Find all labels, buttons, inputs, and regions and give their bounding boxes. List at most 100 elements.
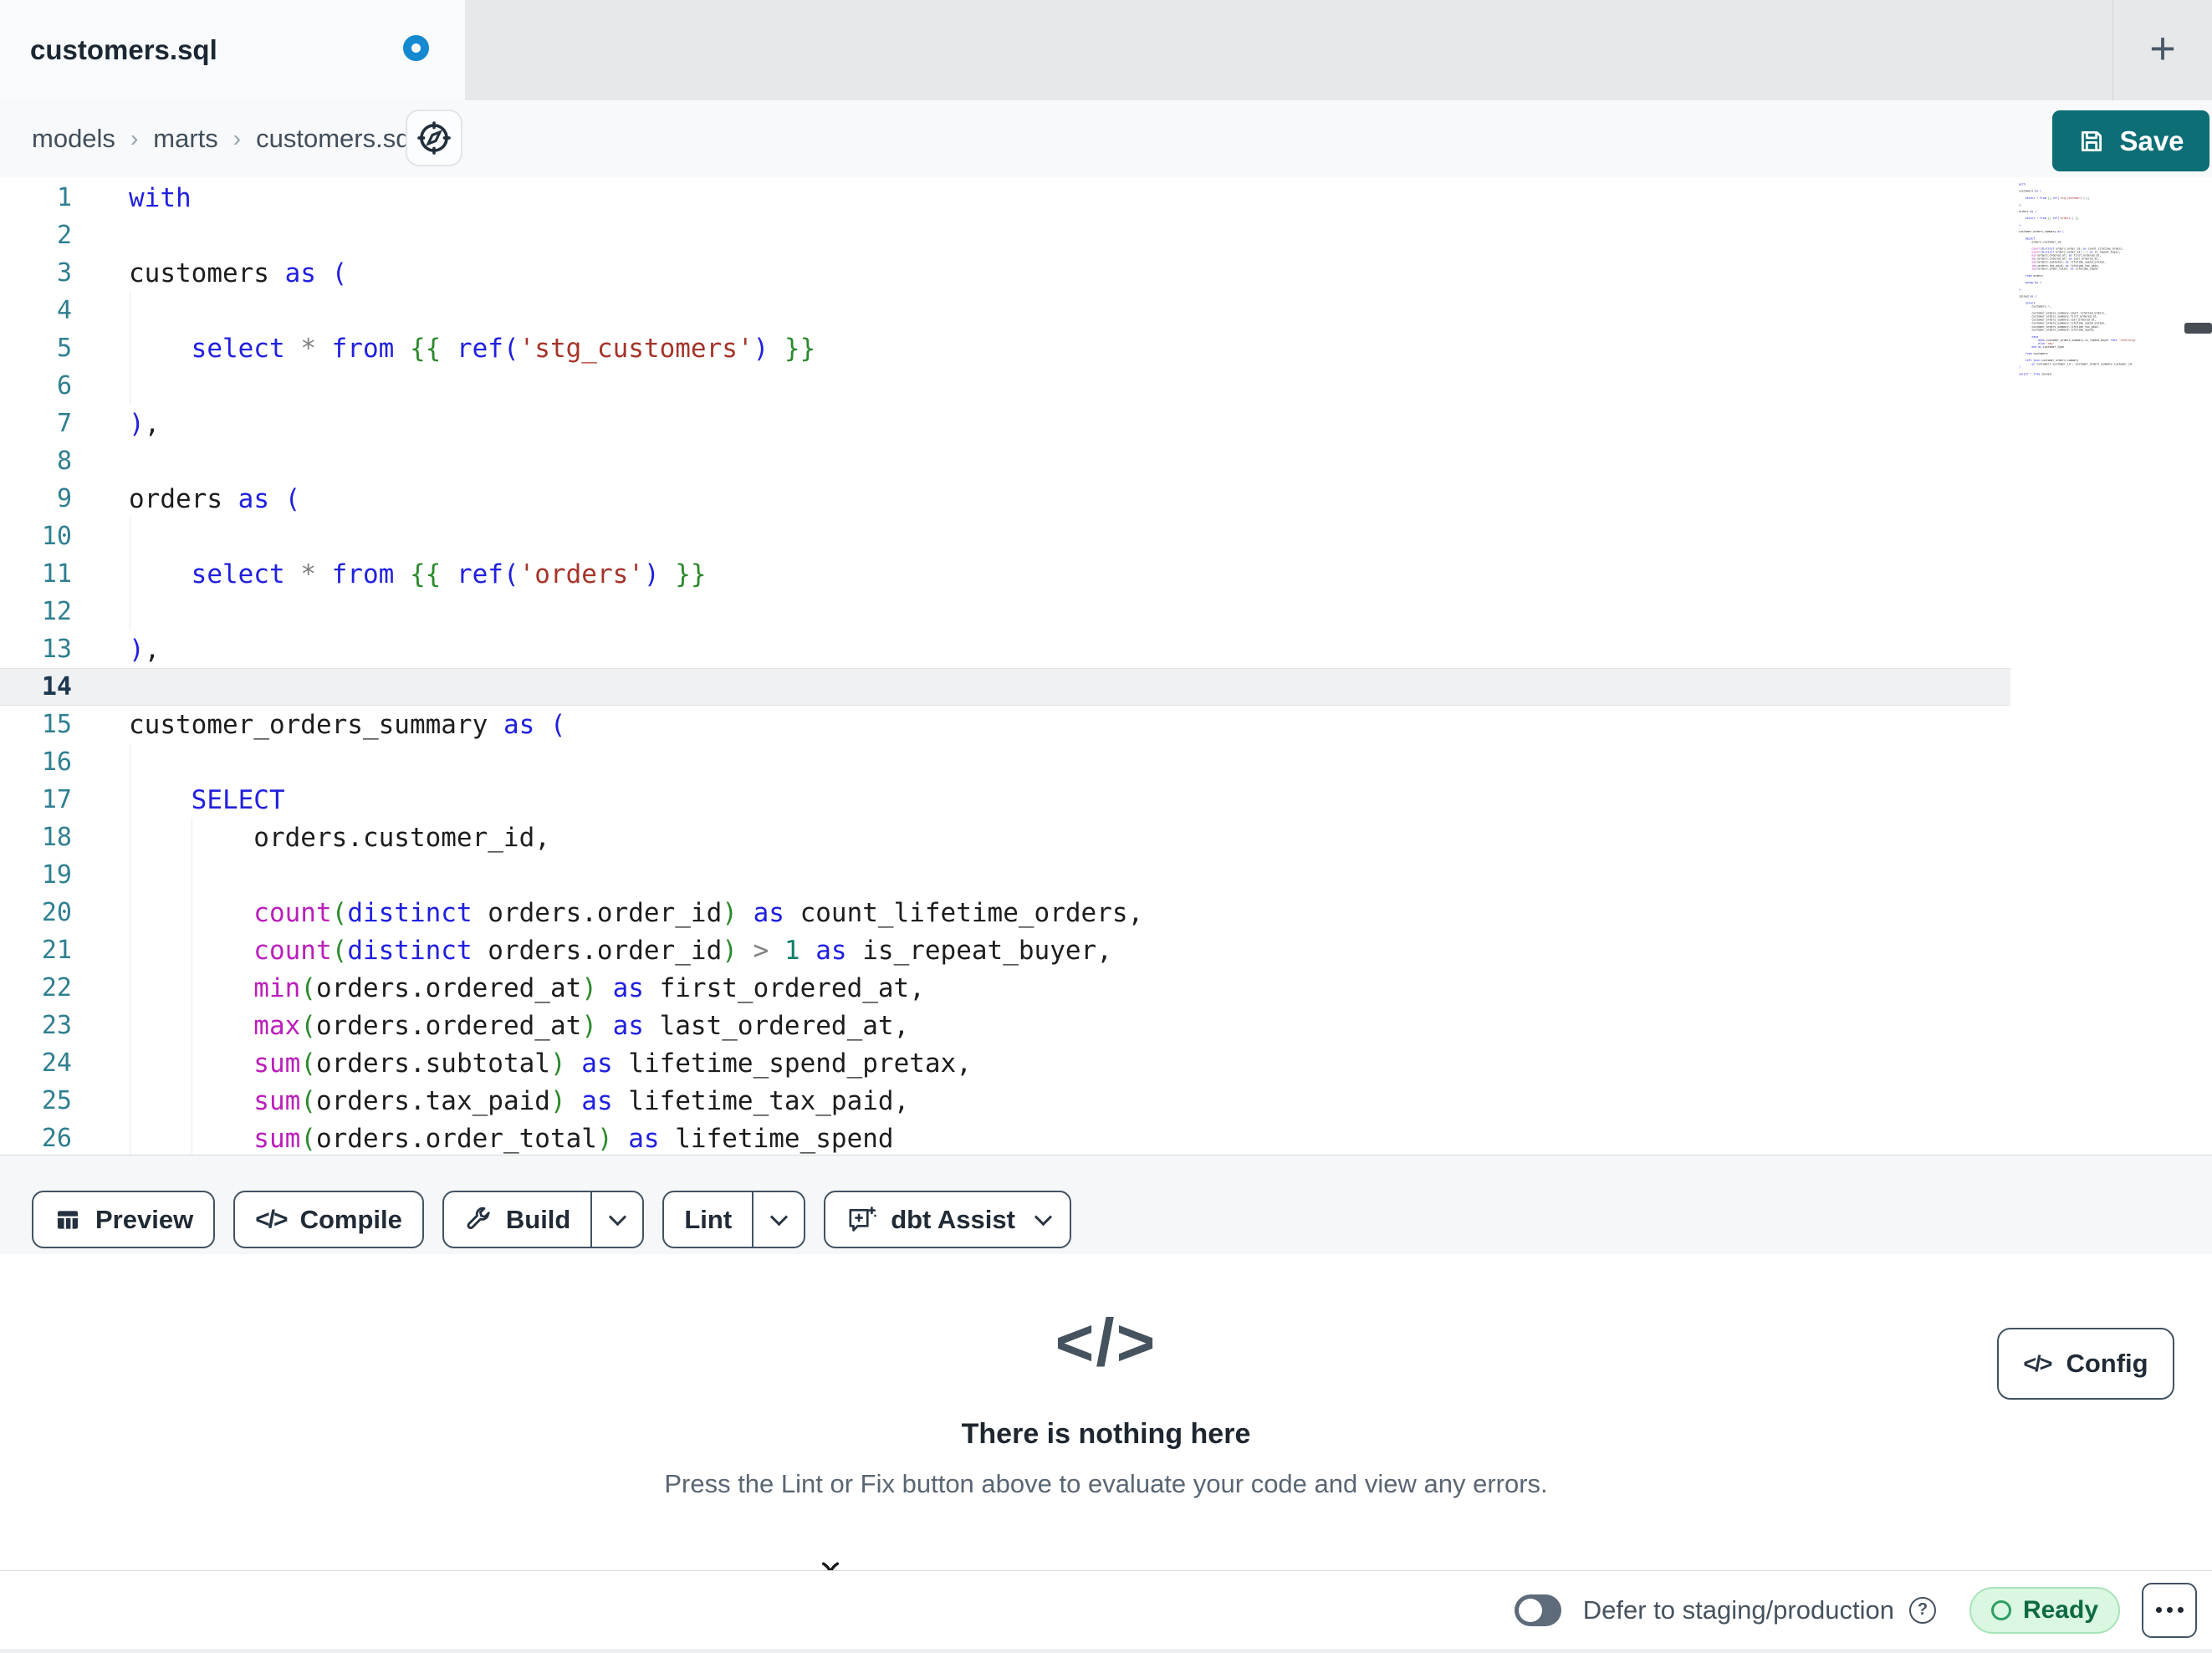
floppy-disk-icon <box>2077 127 2106 156</box>
lint-button-label: Lint <box>684 1204 733 1234</box>
line-number: 14 <box>41 672 72 702</box>
line-number: 25 <box>41 1086 72 1115</box>
line-number: 19 <box>41 860 72 890</box>
breadcrumb[interactable]: models › marts › customers.sql <box>32 100 416 177</box>
action-strip: Preview </> Compile Build Lint dbt Assis… <box>0 1155 2212 1254</box>
line-number: 24 <box>41 1048 72 1078</box>
line-number: 10 <box>41 522 72 551</box>
build-button[interactable]: Build <box>444 1192 591 1247</box>
lint-split-button: Lint <box>662 1191 806 1248</box>
code-line[interactable]: 21 count(distinct orders.order_id) > 1 a… <box>0 931 2010 969</box>
code-line[interactable]: 3 customers as ( <box>0 254 2010 292</box>
code-line[interactable]: 10 <box>0 518 2010 555</box>
chevron-down-icon <box>608 1208 626 1227</box>
line-number: 20 <box>41 898 72 927</box>
code-text: sum(orders.subtotal) as lifetime_spend_p… <box>129 1048 972 1079</box>
config-button[interactable]: </> Config <box>1997 1328 2174 1400</box>
compile-button-label: Compile <box>299 1204 402 1234</box>
help-icon[interactable]: ? <box>1908 1596 1936 1624</box>
code-line[interactable]: 18 orders.customer_id, <box>0 819 2010 856</box>
code-text: orders as ( <box>129 483 301 514</box>
code-line[interactable]: 19 <box>0 856 2010 894</box>
code-editor[interactable]: 1 with 2 3 customers as (4 5 select * from {{… <box>0 177 2212 1155</box>
save-button-label: Save <box>2119 125 2184 156</box>
file-navigate-button[interactable] <box>406 110 462 166</box>
lint-dropdown-button[interactable] <box>752 1192 804 1247</box>
build-dropdown-button[interactable] <box>590 1192 642 1247</box>
chevron-down-icon <box>769 1208 788 1227</box>
line-number: 26 <box>41 1124 72 1153</box>
code-line[interactable]: 23 max(orders.ordered_at) as last_ordere… <box>0 1007 2010 1044</box>
code-line[interactable]: 22 min(orders.ordered_at) as first_order… <box>0 969 2010 1007</box>
breadcrumb-item-models[interactable]: models <box>32 124 115 154</box>
code-text: min(orders.ordered_at) as first_ordered_… <box>129 972 925 1003</box>
code-line[interactable]: 1 with <box>0 179 2010 217</box>
line-number: 13 <box>41 635 72 664</box>
compile-button[interactable]: </> Compile <box>233 1191 424 1248</box>
code-text: select * from {{ ref('stg_customers') }} <box>129 333 816 364</box>
defer-label: Defer to staging/production <box>1582 1594 1894 1625</box>
plus-icon: + <box>2149 23 2176 74</box>
line-number: 5 <box>56 334 72 363</box>
code-text: sum(orders.order_total) as lifetime_spen… <box>129 1123 894 1154</box>
line-number: 11 <box>41 559 72 589</box>
ready-label: Ready <box>2022 1595 2098 1624</box>
breadcrumb-bar: models › marts › customers.sql Save <box>0 100 2212 177</box>
code-line[interactable]: 8 <box>0 442 2010 480</box>
dbt-assist-button[interactable]: dbt Assist <box>824 1191 1071 1248</box>
more-options-button[interactable] <box>2142 1582 2197 1638</box>
line-number: 6 <box>56 371 72 400</box>
code-line[interactable]: 17 SELECT <box>0 781 2010 819</box>
code-line[interactable]: 24 sum(orders.subtotal) as lifetime_spen… <box>0 1044 2010 1082</box>
code-icon: </> <box>1055 1305 1157 1380</box>
scrollbar-marker[interactable] <box>2184 323 2212 334</box>
minimap[interactable]: with customers as ( select * from {{ ref… <box>2019 183 2153 384</box>
preview-button[interactable]: Preview <box>32 1191 216 1248</box>
code-line[interactable]: 6 <box>0 367 2010 405</box>
code-line[interactable]: 7), <box>0 405 2010 442</box>
code-line[interactable]: 2 <box>0 217 2010 254</box>
code-brackets-icon: </> <box>2023 1350 2052 1376</box>
file-tab-label: customers.sql <box>30 34 217 65</box>
code-lines: 1 with 2 3 customers as (4 5 select * from {{… <box>0 179 2010 1155</box>
code-line[interactable]: 26 sum(orders.order_total) as lifetime_s… <box>0 1120 2010 1155</box>
line-number: 7 <box>56 409 72 438</box>
status-badge-ready[interactable]: Ready <box>1969 1586 2120 1634</box>
breadcrumb-item-file[interactable]: customers.sql <box>256 124 416 154</box>
preview-button-label: Preview <box>95 1204 194 1234</box>
code-text: count(distinct orders.order_id) as count… <box>129 897 1144 928</box>
editor-action-buttons: Preview </> Compile Build Lint dbt Assis… <box>32 1191 1071 1248</box>
code-line[interactable]: 14 <box>0 668 2010 706</box>
dbt-assist-button-label: dbt Assist <box>891 1204 1015 1234</box>
lint-button[interactable]: Lint <box>664 1192 752 1247</box>
breadcrumb-item-marts[interactable]: marts <box>153 124 218 154</box>
empty-state: </> There is nothing here Press the Lint… <box>0 1304 2212 1499</box>
code-line[interactable]: 9 orders as ( <box>0 480 2010 518</box>
code-text: ), <box>129 634 161 665</box>
build-split-button: Build <box>442 1191 645 1248</box>
line-number: 15 <box>41 710 72 739</box>
code-line[interactable]: 20 count(distinct orders.order_id) as co… <box>0 894 2010 931</box>
code-line[interactable]: 5 select * from {{ ref('stg_customers') … <box>0 329 2010 367</box>
code-text: ), <box>129 408 161 439</box>
code-line[interactable]: 15 customer_orders_summary as ( <box>0 706 2010 743</box>
status-bar: Defer to staging/production ? Ready <box>0 1570 2212 1649</box>
window-bottom-edge <box>0 1649 2212 1653</box>
code-text: count(distinct orders.order_id) > 1 as i… <box>129 935 1112 966</box>
code-line[interactable]: 25 sum(orders.tax_paid) as lifetime_tax_… <box>0 1082 2010 1120</box>
file-tab-customers-sql[interactable]: customers.sql <box>0 0 465 100</box>
code-line[interactable]: 12 <box>0 593 2010 630</box>
code-line[interactable]: 13), <box>0 630 2010 668</box>
line-number: 3 <box>56 258 72 288</box>
save-button[interactable]: Save <box>2052 110 2209 171</box>
code-text: orders.customer_id, <box>129 822 550 853</box>
code-line[interactable]: 16 <box>0 743 2010 781</box>
code-brackets-icon: </> <box>255 1205 288 1233</box>
code-line[interactable]: 11 select * from {{ ref('orders') }} <box>0 555 2010 593</box>
compass-icon <box>416 120 452 156</box>
line-number: 22 <box>41 973 72 1003</box>
defer-toggle[interactable] <box>1514 1594 1561 1626</box>
code-line[interactable]: 4 <box>0 292 2010 329</box>
new-tab-button[interactable]: + <box>2112 0 2212 100</box>
code-text: SELECT <box>129 784 285 815</box>
